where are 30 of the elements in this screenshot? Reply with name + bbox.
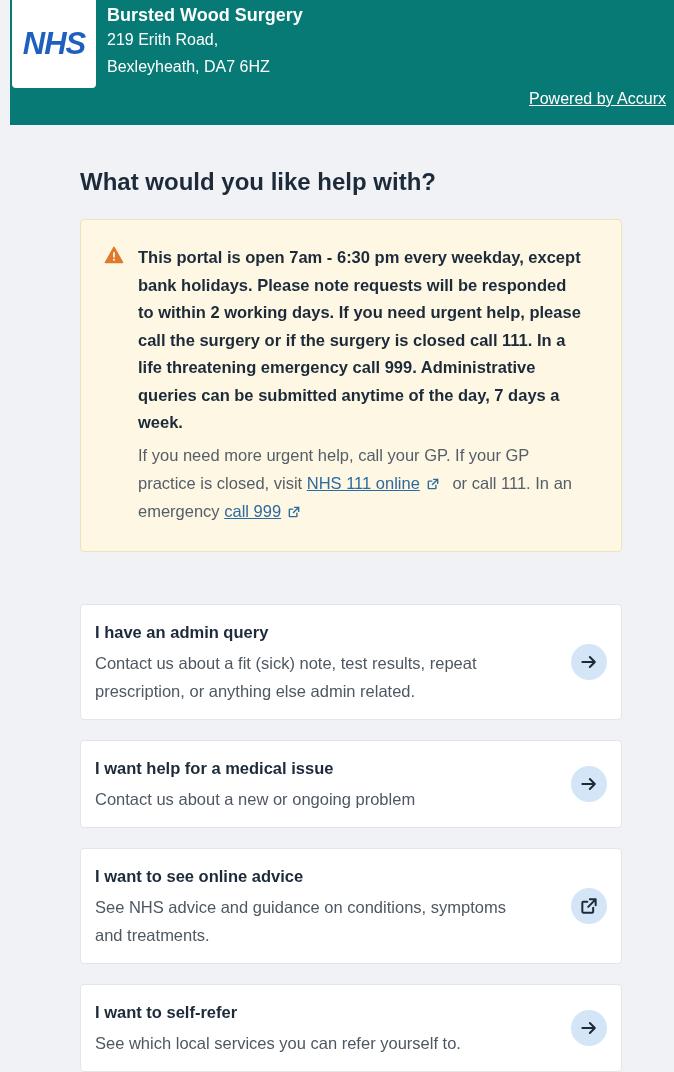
nhs-logo: NHS [22,26,86,62]
address-line: 219 Erith Road, [107,30,220,50]
option-card[interactable]: I want to self-refer See which local services you can refer yourself to. [80,983,622,1072]
notice-text: This portal is open 7am - 6:30 pm every weekday, except bank holidays. Please note requests will be responded to within 2 working days. If you need urgent help, please call the surgery or if the surgery is closed call 111. In a life threatening emergency call 999. Administrative queries can be submitted anytime of the day, 7 days a week. [138,247,582,433]
option-description: Contact us about a fit (sick) note, test results, repeat prescription, or anything else admin related. [95,652,478,702]
option-title: I want to self-refer [95,1001,239,1023]
address-line: Bexleyheath, DA7 6HZ [107,57,271,77]
option-description: See which local services you can refer yourself to. [95,1032,462,1054]
option-card[interactable]: I want to see online advice See NHS advice and guidance on conditions, symptoms and treatments. [80,847,622,964]
go-button[interactable] [571,887,607,924]
page-heading: What would you like help with? [80,167,437,197]
warning-icon [104,245,124,265]
option-description: Contact us about a new or ongoing problem [95,788,417,810]
help-text: If you need more urgent help, call your GP. If your GP practice is closed, visit NHS 111 online or call 111. In an emergency call 999 [138,444,573,522]
external-link-icon [579,895,599,916]
option-card[interactable]: I have an admin query Contact us about a fit (sick) note, test results, repeat prescription, or anything else admin related. [80,603,622,720]
option-description: See NHS advice and guidance on conditions, symptoms and treatments. [95,896,507,946]
option-title: I have an admin query [95,621,270,643]
option-title: I want to see online advice [95,865,305,887]
external-link-icon [287,504,302,519]
powered-by-link[interactable]: Powered by Accurx [529,90,666,108]
go-button[interactable] [571,643,607,680]
option-title: I want help for a medical issue [95,757,335,779]
go-button[interactable] [571,765,607,802]
option-card[interactable]: I want help for a medical issue Contact us about a new or ongoing problem [80,739,622,828]
go-button[interactable] [571,1009,607,1046]
practice-name: Bursted Wood Surgery [107,4,303,26]
external-link[interactable]: call 999 [224,501,282,520]
external-link[interactable]: NHS 111 online [306,473,420,492]
external-link-icon [425,476,440,491]
